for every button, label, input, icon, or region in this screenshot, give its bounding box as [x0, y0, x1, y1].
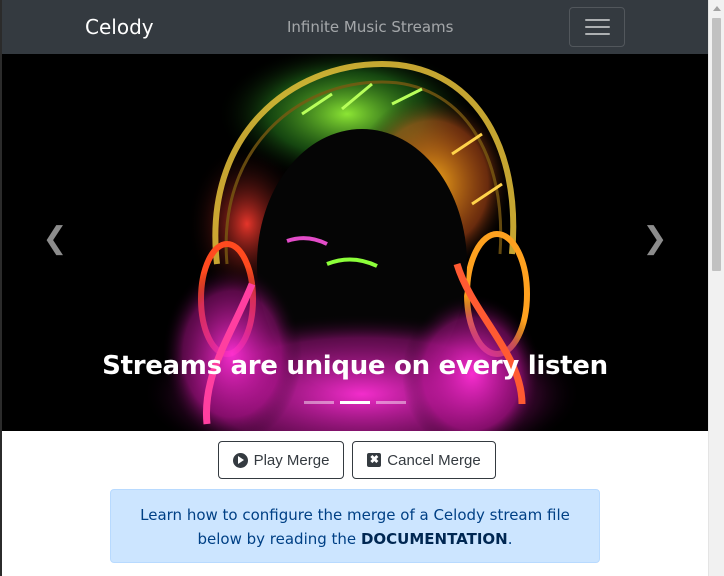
- chevron-right-icon: ❯: [642, 221, 668, 256]
- window-edge: [0, 0, 2, 576]
- scroll-up-icon[interactable]: [713, 6, 721, 11]
- vertical-scrollbar[interactable]: [708, 0, 724, 576]
- close-square-icon: ✖: [367, 453, 382, 467]
- carousel-indicator-1[interactable]: [304, 401, 334, 404]
- cancel-merge-label: Cancel Merge: [387, 451, 481, 469]
- hero-carousel: ❮ ❯ Streams are unique on every listen: [2, 54, 708, 431]
- app-window: Celody Infinite Music Streams ❮ ❯ Stream…: [0, 0, 724, 576]
- alert-line-1: Learn how to configure the merge of a Ce…: [140, 506, 570, 524]
- carousel-indicator-2[interactable]: [340, 401, 370, 404]
- navbar-tagline: Infinite Music Streams: [287, 18, 454, 36]
- carousel-next-button[interactable]: ❯: [640, 224, 670, 254]
- documentation-link[interactable]: DOCUMENTATION: [361, 530, 508, 548]
- cancel-merge-button[interactable]: ✖ Cancel Merge: [352, 441, 496, 479]
- info-alert: Learn how to configure the merge of a Ce…: [110, 489, 600, 563]
- play-circle-icon: [232, 452, 248, 468]
- navbar-toggler-button[interactable]: [569, 7, 625, 47]
- brand-link[interactable]: Celody: [85, 15, 154, 39]
- scrollbar-thumb[interactable]: [712, 18, 721, 271]
- chevron-left-icon: ❮: [42, 221, 68, 256]
- play-merge-button[interactable]: Play Merge: [218, 441, 344, 479]
- carousel-prev-button[interactable]: ❮: [40, 224, 70, 254]
- carousel-indicator-3[interactable]: [376, 401, 406, 404]
- carousel-caption: Streams are unique on every listen: [102, 351, 608, 381]
- play-merge-label: Play Merge: [253, 451, 330, 469]
- hamburger-icon: [585, 19, 610, 21]
- navbar: Celody Infinite Music Streams: [2, 0, 708, 54]
- alert-line-2: below by reading the DOCUMENTATION.: [197, 530, 513, 548]
